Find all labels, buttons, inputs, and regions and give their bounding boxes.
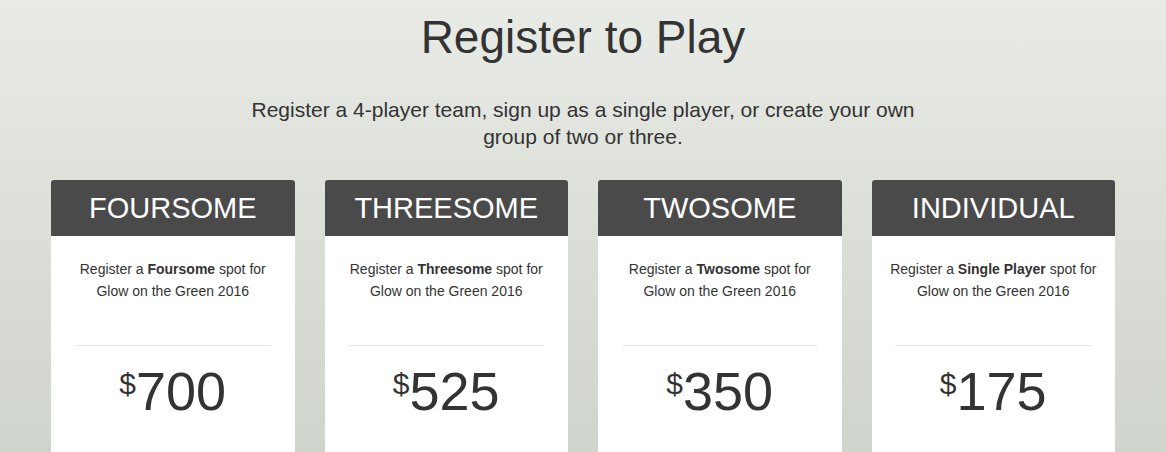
currency-symbol: $: [666, 366, 683, 402]
card-body: Register a Threesome spot for Glow on th…: [325, 236, 569, 422]
description-text: Register a: [629, 261, 697, 277]
price-amount: 350: [683, 360, 773, 422]
card-title: TWOSOME: [643, 190, 796, 226]
pricing-card[interactable]: FOURSOME Register a Foursome spot for Glo…: [51, 180, 295, 452]
card-divider: [622, 345, 818, 346]
pricing-card[interactable]: INDIVIDUAL Register a Single Player spot …: [872, 180, 1116, 452]
card-title: THREESOME: [354, 190, 538, 226]
card-header: INDIVIDUAL: [872, 180, 1116, 236]
description-text: Register a: [890, 261, 958, 277]
description-highlight: Single Player: [958, 261, 1046, 277]
card-body: Register a Twosome spot for Glow on the …: [598, 236, 842, 422]
price-amount: 525: [410, 360, 500, 422]
currency-symbol: $: [393, 366, 410, 402]
card-body: Register a Single Player spot for Glow o…: [872, 236, 1116, 422]
page-subtitle: Register a 4-player team, sign up as a s…: [243, 96, 923, 150]
pricing-cards: FOURSOME Register a Foursome spot for Glo…: [0, 180, 1166, 452]
card-description: Register a Threesome spot for Glow on th…: [339, 258, 554, 302]
pricing-card[interactable]: TWOSOME Register a Twosome spot for Glow …: [598, 180, 842, 452]
card-divider: [75, 345, 271, 346]
price-amount: 700: [136, 360, 226, 422]
card-price: $350: [666, 360, 773, 422]
card-price: $700: [119, 360, 226, 422]
description-text: Register a: [80, 261, 148, 277]
card-description: Register a Foursome spot for Glow on the…: [65, 258, 280, 302]
price-amount: 175: [957, 360, 1047, 422]
card-title: FOURSOME: [89, 190, 257, 226]
currency-symbol: $: [119, 366, 136, 402]
card-header: THREESOME: [325, 180, 569, 236]
card-divider: [895, 345, 1091, 346]
card-price: $525: [393, 360, 500, 422]
card-description: Register a Single Player spot for Glow o…: [886, 258, 1101, 302]
description-highlight: Threesome: [417, 261, 492, 277]
card-header: FOURSOME: [51, 180, 295, 236]
register-section: Register to Play Register a 4-player team…: [0, 0, 1166, 452]
description-text: Register a: [350, 261, 418, 277]
description-highlight: Twosome: [697, 261, 761, 277]
currency-symbol: $: [940, 366, 957, 402]
card-description: Register a Twosome spot for Glow on the …: [612, 258, 827, 302]
card-header: TWOSOME: [598, 180, 842, 236]
description-highlight: Foursome: [147, 261, 215, 277]
card-title: INDIVIDUAL: [912, 190, 1075, 226]
page-title: Register to Play: [421, 0, 746, 66]
card-divider: [348, 345, 544, 346]
card-body: Register a Foursome spot for Glow on the…: [51, 236, 295, 422]
pricing-card[interactable]: THREESOME Register a Threesome spot for G…: [325, 180, 569, 452]
card-price: $175: [940, 360, 1047, 422]
